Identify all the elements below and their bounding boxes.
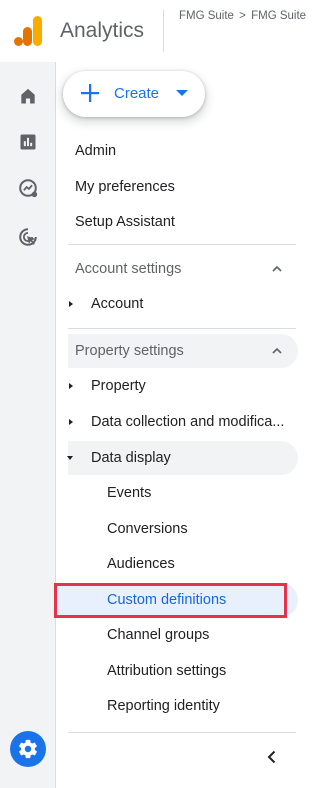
breadcrumb-property[interactable]: FMG Suite (251, 10, 306, 22)
create-button[interactable]: Create (63, 71, 205, 117)
create-label: Create (114, 85, 160, 102)
nav-conversions[interactable]: Conversions (107, 512, 188, 546)
breadcrumb[interactable]: FMG Suite > FMG Suite (179, 10, 306, 22)
caret-down-icon[interactable] (176, 90, 188, 96)
top-header: Analytics FMG Suite > FMG Suite (0, 0, 319, 62)
collapse-arrow-icon[interactable] (67, 456, 73, 460)
nav-account[interactable]: Account (91, 287, 143, 321)
expand-arrow-icon[interactable] (69, 383, 73, 389)
nav-reporting-identity[interactable]: Reporting identity (107, 689, 220, 723)
divider (68, 732, 296, 733)
nav-my-preferences[interactable]: My preferences (75, 170, 175, 204)
chevron-up-icon[interactable] (272, 346, 282, 356)
divider (68, 328, 296, 329)
reports-icon[interactable] (16, 130, 40, 154)
expand-arrow-icon[interactable] (69, 301, 73, 307)
nav-audiences[interactable]: Audiences (107, 547, 175, 581)
nav-admin[interactable]: Admin (75, 134, 116, 168)
header-divider (163, 10, 164, 52)
property-settings-header[interactable]: Property settings (75, 334, 184, 368)
chevron-left-icon[interactable] (262, 747, 282, 767)
breadcrumb-account[interactable]: FMG Suite (179, 10, 234, 22)
chevron-up-icon[interactable] (272, 264, 282, 274)
nav-events[interactable]: Events (107, 476, 151, 510)
nav-data-display[interactable]: Data display (91, 441, 171, 475)
nav-channel-groups[interactable]: Channel groups (107, 618, 209, 652)
home-icon[interactable] (16, 84, 40, 108)
expand-arrow-icon[interactable] (69, 419, 73, 425)
nav-setup-assistant[interactable]: Setup Assistant (75, 205, 175, 239)
nav-property[interactable]: Property (91, 369, 146, 403)
nav-attribution-settings[interactable]: Attribution settings (107, 654, 226, 688)
highlight-box (54, 583, 287, 618)
breadcrumb-separator: > (239, 10, 246, 22)
divider (68, 244, 296, 245)
nav-data-collection[interactable]: Data collection and modifica... (91, 405, 284, 439)
admin-gear-button[interactable] (10, 731, 46, 767)
explore-icon[interactable] (16, 176, 40, 200)
advertising-icon[interactable] (16, 225, 40, 249)
plus-icon (81, 84, 99, 102)
gear-icon (19, 739, 37, 759)
app-title: Analytics (60, 19, 145, 42)
account-settings-header[interactable]: Account settings (75, 252, 181, 286)
analytics-logo-icon[interactable] (14, 16, 42, 46)
left-rail (0, 62, 56, 788)
